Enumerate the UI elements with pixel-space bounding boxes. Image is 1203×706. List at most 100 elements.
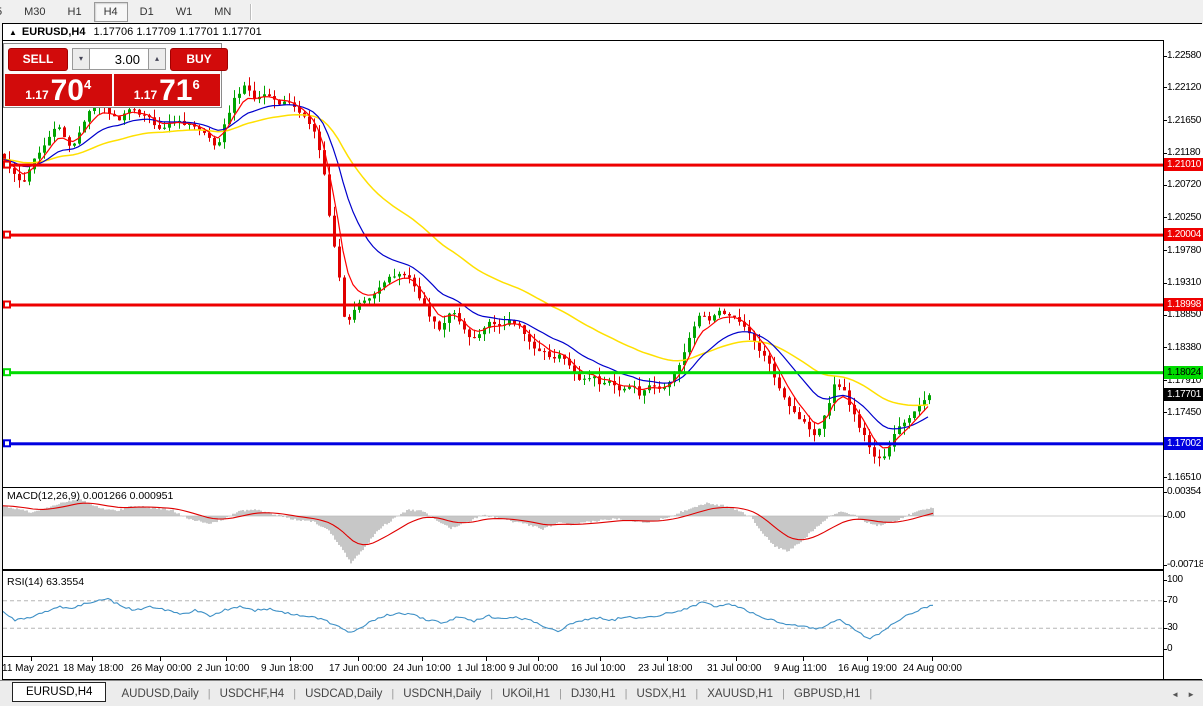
price-tick-label: 1.19310 bbox=[1167, 277, 1201, 289]
chart-title-bar: ▲ EURUSD,H4 1.17706 1.17709 1.17701 1.17… bbox=[3, 24, 1201, 41]
sell-price-big: 70 bbox=[51, 76, 84, 106]
horizontal-level-line bbox=[3, 234, 1163, 237]
date-tick bbox=[667, 657, 668, 661]
date-label: 9 Jun 18:00 bbox=[261, 663, 313, 674]
date-tick bbox=[422, 657, 423, 661]
buy-button[interactable]: BUY bbox=[170, 48, 228, 71]
trade-controls-row: SELL ▾ ▴ BUY bbox=[4, 44, 221, 74]
level-line-handle bbox=[4, 232, 10, 238]
macd-axis-label: 0.00354 bbox=[1167, 486, 1201, 498]
rsi-axis-label: 70 bbox=[1167, 595, 1178, 607]
date-label: 26 May 00:00 bbox=[131, 663, 192, 674]
date-label: 1 Jul 18:00 bbox=[457, 663, 506, 674]
sell-price-sup: 4 bbox=[84, 77, 91, 92]
chart-symbol-label: EURUSD,H4 bbox=[22, 26, 86, 38]
tab-audusd-daily[interactable]: AUDUSD,Daily bbox=[112, 685, 207, 703]
horizontal-level-line bbox=[3, 164, 1163, 167]
timeframe-button-w1[interactable]: W1 bbox=[166, 2, 203, 22]
date-tick bbox=[160, 657, 161, 661]
tab-eurusd-h4[interactable]: EURUSD,H4 bbox=[12, 682, 106, 702]
ma-mid-line bbox=[3, 105, 928, 429]
buy-price-prefix: 1.17 bbox=[134, 88, 157, 102]
date-label: 31 Jul 00:00 bbox=[707, 663, 762, 674]
date-label: 17 Jun 00:00 bbox=[329, 663, 387, 674]
horizontal-level-line bbox=[3, 304, 1163, 307]
chart-tabs-bar: EURUSD,H4AUDUSD,Daily|USDCHF,H4|USDCAD,D… bbox=[0, 680, 1203, 706]
price-level-label: 1.18998 bbox=[1164, 298, 1203, 311]
collapse-triangle-icon[interactable]: ▲ bbox=[9, 28, 17, 37]
rsi-axis-label: 0 bbox=[1167, 643, 1172, 655]
sell-price-display[interactable]: 1.17704 bbox=[5, 74, 112, 106]
macd-label: MACD(12,26,9) 0.001266 0.000951 bbox=[7, 490, 173, 502]
sell-price-prefix: 1.17 bbox=[25, 88, 48, 102]
pane-separator[interactable] bbox=[3, 569, 1163, 571]
timeframe-button-d1[interactable]: D1 bbox=[130, 2, 164, 22]
date-tick bbox=[867, 657, 868, 661]
price-axis[interactable]: 1.225801.221201.216501.211801.207201.202… bbox=[1164, 24, 1203, 679]
price-tick-label: 1.20720 bbox=[1167, 179, 1201, 191]
price-level-label: 1.18024 bbox=[1164, 366, 1203, 379]
timeframe-button-mn[interactable]: MN bbox=[204, 2, 241, 22]
price-tick-label: 1.22120 bbox=[1167, 82, 1201, 94]
price-tick-label: 1.16510 bbox=[1167, 472, 1201, 484]
volume-stepper: ▾ ▴ bbox=[72, 48, 166, 70]
tabs-scroll-left-icon[interactable]: ◄ bbox=[1171, 690, 1179, 699]
tab-usdcnh-daily[interactable]: USDCNH,Daily bbox=[394, 685, 490, 703]
ma-slow-line bbox=[3, 115, 928, 406]
volume-decrease-icon[interactable]: ▾ bbox=[72, 48, 90, 70]
date-tick bbox=[932, 657, 933, 661]
tab-separator: | bbox=[869, 688, 872, 700]
price-chart-pane[interactable] bbox=[3, 42, 1163, 487]
tab-usdchf-h4[interactable]: USDCHF,H4 bbox=[211, 685, 294, 703]
level-line-handle bbox=[4, 302, 10, 308]
tab-ukoil-h1[interactable]: UKOil,H1 bbox=[493, 685, 559, 703]
price-tick-label: 1.21650 bbox=[1167, 115, 1201, 127]
volume-increase-icon[interactable]: ▴ bbox=[148, 48, 166, 70]
price-level-label: 1.21010 bbox=[1164, 158, 1203, 171]
tab-usdx-h1[interactable]: USDX,H1 bbox=[627, 685, 695, 703]
rsi-axis-label: 30 bbox=[1167, 622, 1178, 634]
tab-gbpusd-h1[interactable]: GBPUSD,H1 bbox=[785, 685, 869, 703]
date-label: 16 Aug 19:00 bbox=[838, 663, 897, 674]
tabs-scroll-right-icon[interactable]: ► bbox=[1187, 690, 1195, 699]
price-tick-label: 1.22580 bbox=[1167, 50, 1201, 62]
volume-input[interactable] bbox=[90, 48, 148, 70]
date-tick bbox=[31, 657, 32, 661]
buy-price-big: 71 bbox=[159, 76, 192, 106]
rsi-indicator-pane[interactable] bbox=[3, 572, 1163, 656]
timeframe-button-m30[interactable]: M30 bbox=[14, 2, 55, 22]
date-label: 23 Jul 18:00 bbox=[638, 663, 693, 674]
time-axis[interactable]: 11 May 202118 May 18:0026 May 00:002 Jun… bbox=[3, 657, 1163, 679]
timeframe-button-5[interactable]: 5 bbox=[0, 2, 12, 22]
trade-prices-row: 1.17704 1.17716 bbox=[4, 74, 221, 107]
date-label: 24 Jun 10:00 bbox=[393, 663, 451, 674]
tab-usdcad-daily[interactable]: USDCAD,Daily bbox=[296, 685, 391, 703]
buy-price-display[interactable]: 1.17716 bbox=[114, 74, 221, 106]
tab-xauusd-h1[interactable]: XAUUSD,H1 bbox=[698, 685, 782, 703]
date-tick bbox=[358, 657, 359, 661]
timeframe-button-h4[interactable]: H4 bbox=[94, 2, 128, 22]
date-tick bbox=[226, 657, 227, 661]
date-tick bbox=[803, 657, 804, 661]
price-level-label: 1.17002 bbox=[1164, 437, 1203, 450]
date-tick bbox=[538, 657, 539, 661]
date-label: 9 Aug 11:00 bbox=[774, 663, 827, 674]
one-click-trading-panel: SELL ▾ ▴ BUY 1.17704 1.17716 bbox=[3, 43, 222, 108]
timeframe-button-h1[interactable]: H1 bbox=[58, 2, 92, 22]
price-level-label: 1.20004 bbox=[1164, 228, 1203, 241]
date-label: 18 May 18:00 bbox=[63, 663, 124, 674]
mt4-terminal: 5M30H1H4D1W1MN ▲ EURUSD,H4 1.17706 1.177… bbox=[0, 0, 1203, 706]
tab-dj30-h1[interactable]: DJ30,H1 bbox=[562, 685, 625, 703]
rsi-line bbox=[3, 599, 933, 639]
horizontal-level-line bbox=[3, 442, 1163, 445]
sell-button[interactable]: SELL bbox=[8, 48, 68, 71]
price-tick-label: 1.20250 bbox=[1167, 212, 1201, 224]
date-label: 24 Aug 00:00 bbox=[903, 663, 962, 674]
chart-quotes-label: 1.17706 1.17709 1.17701 1.17701 bbox=[94, 26, 262, 38]
date-label: 2 Jun 10:00 bbox=[197, 663, 249, 674]
level-line-handle bbox=[4, 369, 10, 375]
current-price-label: 1.17701 bbox=[1164, 388, 1203, 401]
macd-indicator-pane[interactable] bbox=[3, 488, 1163, 569]
chart-tabs: EURUSD,H4AUDUSD,Daily|USDCHF,H4|USDCAD,D… bbox=[12, 685, 872, 703]
date-tick bbox=[486, 657, 487, 661]
